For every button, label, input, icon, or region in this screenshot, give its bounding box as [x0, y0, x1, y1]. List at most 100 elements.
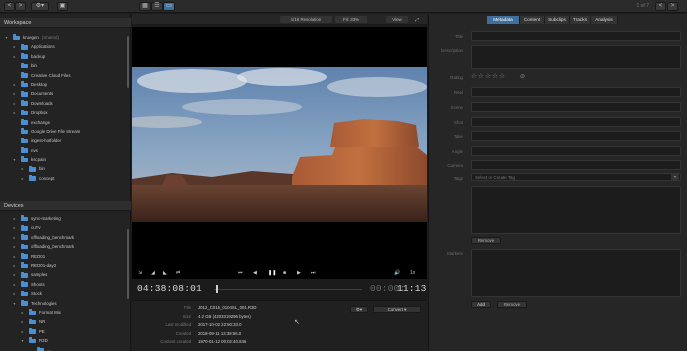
tree-item[interactable]: ▾ kscpain	[0, 155, 127, 164]
tab-analysis[interactable]: Analysis	[591, 16, 618, 24]
back-button[interactable]: <	[4, 2, 15, 11]
tree-item[interactable]: ▸ Desktop	[0, 80, 127, 89]
disclosure-arrow-icon[interactable]: ▸	[12, 270, 17, 279]
disclosure-arrow-icon[interactable]: ▸	[12, 223, 17, 232]
audio-icon[interactable]: 🔊	[394, 270, 400, 276]
go-to-start-icon[interactable]: ⏮	[238, 270, 243, 276]
clear-rating-icon[interactable]: ⊘	[520, 73, 525, 80]
tree-item[interactable]: ▾ R3D	[0, 336, 127, 345]
tree-item[interactable]: ▸ Downloads	[0, 99, 127, 108]
disclosure-arrow-icon[interactable]: ▸	[12, 42, 17, 51]
tree-item[interactable]: ▸ Shoots	[0, 280, 127, 289]
tree-item[interactable]: ▸ Format Mix	[0, 308, 127, 317]
scene-field[interactable]	[471, 102, 681, 112]
mark-out-icon[interactable]: ◣	[163, 270, 167, 276]
tree-item[interactable]: ingest-hotfolder	[0, 136, 127, 145]
tree-item[interactable]: ▸ RED01-day2	[0, 261, 127, 270]
fit-select[interactable]: Fit: 33%	[335, 15, 367, 23]
step-back-icon[interactable]: ◀	[253, 270, 257, 276]
disclosure-arrow-icon[interactable]: ▸	[20, 308, 25, 317]
tree-item[interactable]: ▾ kruegen (Shared)	[0, 33, 127, 42]
disclosure-arrow-icon[interactable]: ▾	[20, 336, 25, 345]
go-to-end-icon[interactable]: ⏭	[311, 270, 316, 276]
forward-button[interactable]: >	[15, 2, 26, 11]
workspace-scrollbar[interactable]	[127, 36, 129, 88]
disclosure-arrow-icon[interactable]: ▸	[12, 252, 17, 261]
mark-in-icon[interactable]: ◢	[151, 270, 155, 276]
video-viewer[interactable]	[132, 27, 427, 279]
tree-item[interactable]: exchange	[0, 118, 127, 127]
disclosure-arrow-icon[interactable]: ▸	[20, 164, 25, 173]
disclosure-arrow-icon[interactable]: ▸	[12, 80, 17, 89]
disclosure-arrow-icon[interactable]: ▸	[12, 214, 17, 223]
resolution-select[interactable]: 1/16 Resolution	[280, 15, 332, 23]
tree-item[interactable]: ▸ samples	[0, 270, 127, 279]
tree-item[interactable]: ▸ offloading_benchmark	[0, 233, 127, 242]
shot-field[interactable]	[471, 117, 681, 127]
gear-menu-button[interactable]: ⚙▾	[350, 306, 368, 313]
tree-item[interactable]: bin	[0, 61, 127, 70]
scrub-track[interactable]	[214, 288, 362, 290]
disclosure-arrow-icon[interactable]: ▸	[12, 89, 17, 98]
disclosure-arrow-icon[interactable]: ▸	[20, 317, 25, 326]
step-forward-icon[interactable]: ▶	[297, 270, 301, 276]
tags-dropdown-icon[interactable]: ▾	[671, 174, 679, 180]
remove-marker-button[interactable]: Remove	[497, 301, 527, 308]
disclosure-arrow-icon[interactable]: ▾	[12, 155, 17, 164]
disclosure-arrow-icon[interactable]: ▸	[12, 261, 17, 270]
reel-field[interactable]	[471, 87, 681, 97]
next-page-button[interactable]: >	[667, 2, 678, 11]
rating-stars[interactable]: ☆☆☆☆☆	[471, 72, 506, 80]
tree-item[interactable]: ▸ Documents	[0, 89, 127, 98]
disclosure-arrow-icon[interactable]: ▸	[12, 52, 17, 61]
speed-select[interactable]: 1x	[410, 270, 415, 276]
tree-item[interactable]: ▸ cuTv	[0, 223, 127, 232]
settings-menu-button[interactable]: ⚙▾	[31, 2, 49, 11]
playhead[interactable]	[216, 285, 218, 293]
tree-item[interactable]: ▸ Applications	[0, 42, 127, 51]
tree-item[interactable]: ▸ bin	[0, 164, 127, 173]
tree-item[interactable]: ▸ NR	[0, 317, 127, 326]
tree-item[interactable]: Google Drive File Stream	[0, 127, 127, 136]
tab-metadata[interactable]: Metadata	[487, 16, 520, 24]
disclosure-arrow-icon[interactable]: ▸	[12, 99, 17, 108]
tree-item[interactable]: Creative Cloud Files	[0, 71, 127, 80]
tab-content[interactable]: Content	[520, 16, 545, 24]
save-button[interactable]: ▣	[57, 2, 68, 11]
tree-item[interactable]: ▸ sync-marketing	[0, 214, 127, 223]
list-view-button[interactable]: ☰	[151, 2, 163, 11]
disclosure-arrow-icon[interactable]: ▸	[12, 280, 17, 289]
take-field[interactable]	[471, 131, 681, 141]
pause-icon[interactable]: ❚❚	[268, 270, 276, 276]
angle-field[interactable]	[471, 146, 681, 156]
tree-item[interactable]: ...	[0, 345, 127, 351]
tree-item[interactable]: ▸ offloading_benchmark	[0, 242, 127, 251]
fullscreen-icon[interactable]: ⤢	[413, 16, 421, 23]
markers-list[interactable]	[471, 249, 681, 297]
remove-tag-button[interactable]: Remove	[471, 237, 501, 244]
convert-button[interactable]: Convert ▾	[373, 306, 421, 313]
disclosure-arrow-icon[interactable]: ▸	[12, 233, 17, 242]
grid-view-button[interactable]: ▦	[139, 2, 151, 11]
stop-icon[interactable]: ■	[283, 270, 286, 276]
disclosure-arrow-icon[interactable]: ▾	[4, 33, 9, 42]
description-field[interactable]	[471, 45, 681, 69]
disclosure-arrow-icon[interactable]: ▸	[12, 242, 17, 251]
tree-item[interactable]: ▸ concept	[0, 174, 127, 183]
add-marker-button[interactable]: Add	[471, 301, 491, 308]
tab-subclips[interactable]: Subclips	[545, 16, 570, 24]
tags-select[interactable]: Select or Create Tag ▾	[471, 173, 681, 181]
tree-item[interactable]: ▸ Dropbox	[0, 108, 127, 117]
disclosure-arrow-icon[interactable]: ▸	[12, 108, 17, 117]
tab-tracks[interactable]: Tracks	[570, 16, 591, 24]
disclosure-arrow-icon[interactable]: ▸	[20, 174, 25, 183]
disclosure-arrow-icon[interactable]: ▾	[12, 299, 17, 308]
tags-list[interactable]	[471, 186, 681, 234]
tree-item[interactable]: ▾ Technologies	[0, 299, 127, 308]
devices-scrollbar[interactable]	[127, 229, 129, 299]
camera-field[interactable]	[471, 160, 681, 170]
prev-page-button[interactable]: <	[655, 2, 666, 11]
disclosure-arrow-icon[interactable]: ▸	[20, 327, 25, 336]
tree-item[interactable]: ▸ backup	[0, 52, 127, 61]
view-select[interactable]: View	[386, 15, 408, 23]
